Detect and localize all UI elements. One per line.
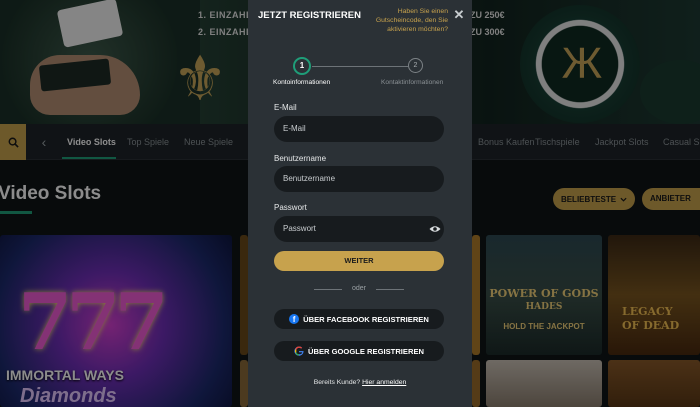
page: ⚜ 1. EINZAHL 2. EINZAHL ZU 250€ ZU 300€ … <box>0 0 700 407</box>
username-field[interactable]: Benutzername <box>274 166 444 192</box>
voucher-code-link[interactable]: Haben Sie einen Gutscheincode, den Sie a… <box>360 7 448 34</box>
step-2-indicator: 2 <box>408 58 423 73</box>
close-icon[interactable]: ✕ <box>452 8 466 22</box>
registration-modal: JETZT REGISTRIEREN Haben Sie einen Gutsc… <box>248 0 472 407</box>
facebook-icon: f <box>289 314 300 324</box>
google-icon <box>294 346 304 356</box>
modal-title: JETZT REGISTRIEREN <box>258 10 361 21</box>
email-label: E-Mail <box>274 103 297 112</box>
google-register-button[interactable]: ÜBER GOOGLE REGISTRIEREN <box>274 341 444 361</box>
email-field[interactable]: E-Mail <box>274 116 444 142</box>
divider-left <box>314 289 342 290</box>
or-label: oder <box>352 285 367 292</box>
existing-customer-text: Bereits Kunde? <box>313 379 361 386</box>
login-link[interactable]: Hier anmelden <box>362 379 406 386</box>
next-button[interactable]: WEITER <box>274 251 444 271</box>
password-label: Passwort <box>274 203 307 212</box>
facebook-register-button[interactable]: f ÜBER FACEBOOK REGISTRIEREN <box>274 309 444 329</box>
divider-right <box>376 289 404 290</box>
username-label: Benutzername <box>274 154 327 163</box>
google-register-label: ÜBER GOOGLE REGISTRIEREN <box>307 346 425 356</box>
step-1-label: Kontoinformationen <box>273 79 331 86</box>
password-field[interactable]: Passwort <box>274 216 444 242</box>
step-connector <box>312 66 408 67</box>
step-2-label: Kontaktinformationen <box>381 79 444 86</box>
facebook-register-label: ÜBER FACEBOOK REGISTRIEREN <box>303 314 429 324</box>
step-1-indicator: 1 <box>293 57 311 75</box>
eye-icon[interactable] <box>429 225 441 233</box>
existing-customer-line: Bereits Kunde? Hier anmelden <box>248 379 472 386</box>
